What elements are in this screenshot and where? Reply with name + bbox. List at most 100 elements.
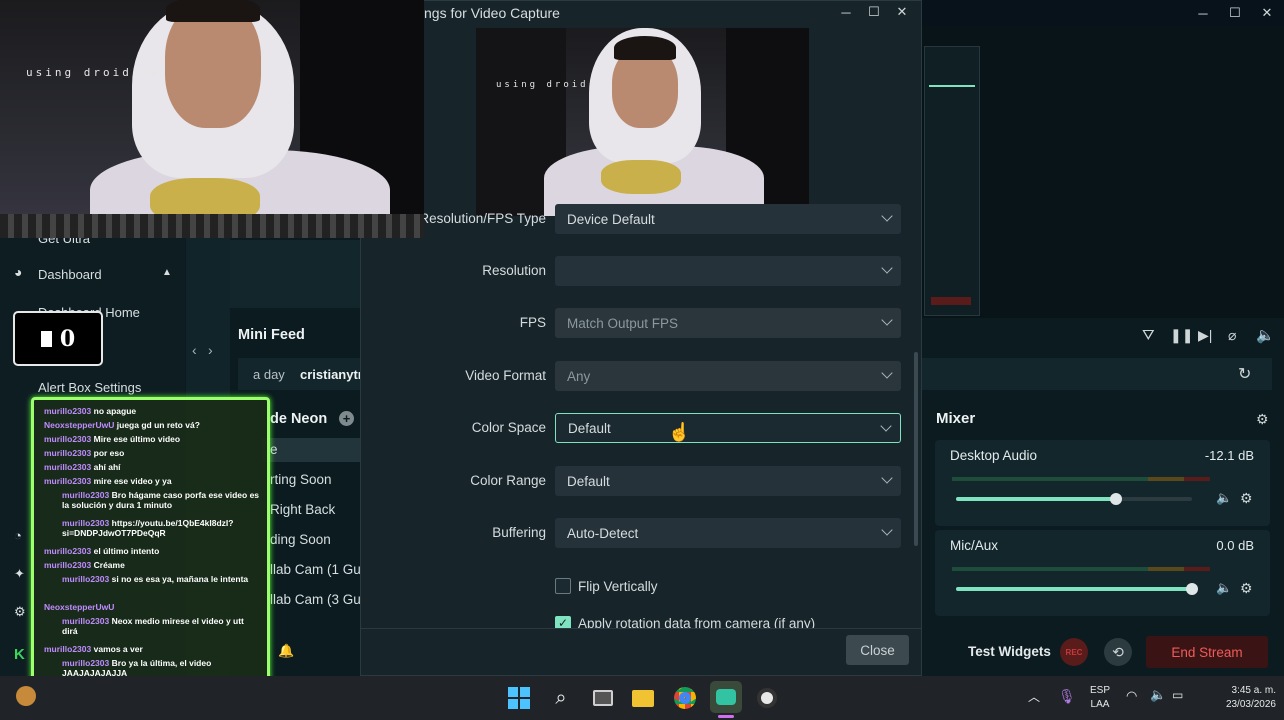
editor-preview [920,26,1284,318]
field-label: Buffering [492,525,546,540]
test-widgets-button[interactable]: Test Widgets [968,644,1051,659]
chat-username: murillo2303 [44,560,92,570]
sidebar-icon[interactable]: ✦ [14,566,25,582]
filter-icon[interactable]: ⛛ [1142,327,1155,344]
skip-icon[interactable]: ▶| [1198,327,1212,344]
kick-icon[interactable]: K [14,646,25,663]
scene-item[interactable]: e [270,442,360,472]
apply-rotation-label: Apply rotation data from camera (if any) [578,616,816,628]
windows-start-icon[interactable] [504,683,534,713]
field-label: Color Space [471,420,546,435]
channel-settings-icon[interactable]: ⚙ [1240,580,1253,597]
chat-username: NeoxstepperUwU [44,420,115,430]
chat-message: murillo2303 por eso [44,448,260,458]
add-scene-icon[interactable]: + [339,411,354,426]
select-value: Auto-Detect [567,525,639,541]
chevron-down-icon [881,262,893,274]
chat-username: murillo2303 [62,518,110,528]
file-explorer-icon[interactable] [628,683,658,713]
scene-item[interactable]: llab Cam (3 Gue [270,592,360,622]
chevron-right-icon[interactable]: › [208,342,213,358]
sidebar-item-dashboard[interactable]: Dashboard [38,267,102,282]
wifi-icon[interactable]: ◠ [1126,688,1137,704]
language-indicator[interactable]: ESP LAA [1090,684,1110,712]
field-select: Match Output FPS [555,308,901,338]
mouse-cursor-icon: ☝ [668,422,691,442]
scene-item[interactable]: llab Cam (1 Gue [270,562,360,592]
dialog-scrollbar[interactable] [914,352,918,546]
minimize-icon[interactable]: ─ [833,0,859,24]
replay-buffer-icon[interactable]: ⟲ [1104,638,1132,666]
chat-message: murillo2303 mire ese video y ya [44,476,260,486]
volume-icon[interactable]: 🔈 [1150,687,1166,703]
close-window-icon[interactable]: ✕ [1254,1,1280,25]
webcam-overlay: using droidcam [0,0,424,238]
field-select[interactable]: Device Default [555,204,901,234]
channel-level: -12.1 dB [1204,448,1254,463]
mute-alerts-icon[interactable]: ⌀ [1228,327,1236,344]
rec-button[interactable]: REC [1060,638,1088,666]
weather-icon[interactable] [16,686,36,706]
close-button[interactable]: Close [846,635,909,665]
channel-settings-icon[interactable]: ⚙ [1240,490,1253,507]
sidebar-icon[interactable]: ◔ [14,528,22,543]
droidcam-icon[interactable] [752,683,782,713]
field-select[interactable]: Auto-Detect [555,518,901,548]
flip-vertically-label: Flip Vertically [578,579,658,594]
dialog-title: ngs for Video Capture [424,5,560,21]
chat-text: Créame [93,560,125,570]
chevron-up-icon[interactable]: ▲ [162,267,172,278]
chevron-up-icon[interactable]: ︿ [1028,688,1040,705]
volume-slider[interactable] [956,497,1192,501]
volume-icon[interactable]: 🔈 [1256,326,1275,344]
feed-user: cristianytn [300,367,360,382]
clock[interactable]: 3:45 a. m. 23/03/2026 [1196,684,1276,712]
editor-canvas [230,240,360,308]
close-icon[interactable]: ✕ [889,0,915,24]
field-label: Video Format [465,368,546,383]
chat-overlay: murillo2303 no apague NeoxstepperUwU jueg… [31,397,270,713]
chat-text: si no es esa ya, mañana le intenta [111,574,249,584]
settings-icon[interactable]: ⚙ [14,604,26,620]
pause-icon[interactable]: ❚❚ [1170,327,1193,344]
chevron-down-icon [881,314,893,326]
chevron-left-icon[interactable]: ‹ [192,342,197,358]
sidebar-item-alert-box[interactable]: Alert Box Settings [38,380,141,395]
chat-message: murillo2303 si no es esa ya, mañana le i… [62,574,260,584]
feed-row: ↻ [920,358,1272,390]
field-select[interactable]: Default [555,466,901,496]
apply-rotation-checkbox[interactable]: ✓ [555,616,571,628]
language-code: ESP [1090,685,1111,696]
speaker-icon[interactable]: 🔈 [1216,580,1232,596]
maximize-icon[interactable]: ☐ [861,0,887,24]
volume-slider[interactable] [956,587,1192,591]
chrome-icon[interactable] [670,683,700,713]
field-select[interactable]: Default [555,413,901,443]
maximize-icon[interactable]: ☐ [1222,1,1248,25]
select-value: Default [567,473,610,489]
slider-handle[interactable] [1186,583,1198,595]
task-view-icon[interactable] [588,683,618,713]
microphone-icon[interactable]: 🎙 [1058,688,1076,705]
counter-value: 0 [59,325,76,352]
chat-username: murillo2303 [62,658,110,668]
chat-message: murillo2303 el último intento [44,546,260,556]
bell-icon[interactable]: 🔔 [278,643,294,659]
scene-item[interactable]: Right Back [270,502,360,532]
chat-text: vamos a ver [93,644,143,654]
field-select[interactable] [555,256,901,286]
chat-message: murillo2303 Bro hágame caso porfa ese vi… [62,490,260,510]
cup-icon [40,330,52,347]
streamlabs-icon[interactable] [710,681,742,713]
search-icon[interactable]: ⌕ [546,683,576,713]
scene-list: e rting Soon Right Back ding Soon llab Cam (… [270,442,360,622]
refresh-icon[interactable]: ↻ [1238,364,1251,384]
scene-item[interactable]: ding Soon [270,532,360,562]
speaker-icon[interactable]: 🔈 [1216,490,1232,506]
mixer-settings-icon[interactable]: ⚙ [1256,411,1269,428]
scene-item[interactable]: rting Soon [270,472,360,502]
battery-icon[interactable]: ▭ [1172,688,1183,702]
flip-vertically-checkbox[interactable] [555,578,571,594]
minimize-icon[interactable]: ─ [1190,1,1216,25]
end-stream-button[interactable]: End Stream [1146,636,1268,668]
